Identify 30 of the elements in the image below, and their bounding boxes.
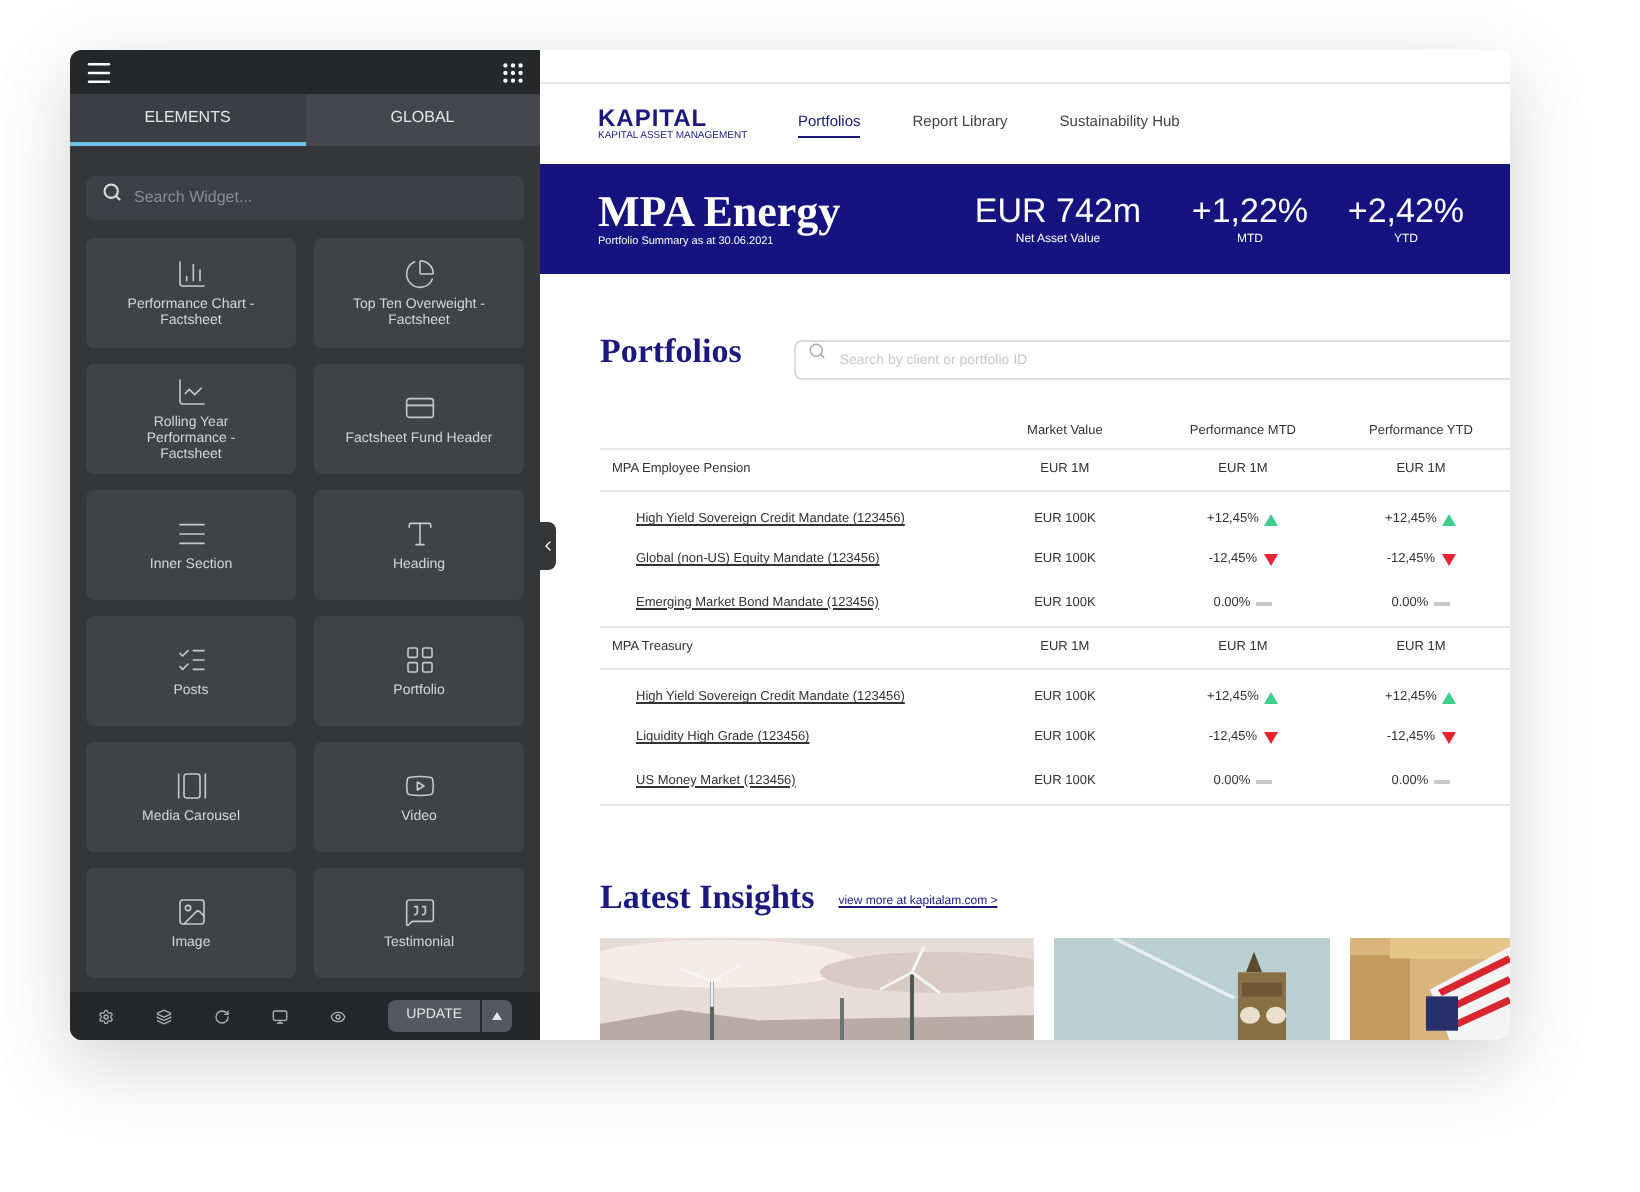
letter-icon — [403, 517, 435, 549]
collapse-handle[interactable] — [540, 522, 556, 570]
panel-tab[interactable]: GLOBAL — [305, 94, 540, 146]
section-heading: Portfolios — [600, 330, 742, 374]
settings-icon[interactable] — [98, 1007, 115, 1025]
stat-value: +2,42% — [1347, 191, 1465, 231]
logo[interactable]: KAPITAL — [598, 106, 798, 130]
history-icon[interactable] — [214, 1007, 231, 1025]
monitor-icon[interactable] — [272, 1007, 289, 1025]
search-icon — [807, 342, 826, 361]
bar-chart-icon — [175, 257, 207, 289]
speech-bubble-icon — [403, 895, 435, 927]
stat-value: +1,22% — [1191, 191, 1309, 231]
search-icon — [102, 182, 122, 202]
line-chart-icon — [175, 375, 207, 407]
caret-icon — [492, 1012, 503, 1020]
layers-icon[interactable] — [156, 1007, 173, 1025]
pie-chart-icon — [403, 257, 435, 289]
grid-icon — [403, 643, 435, 675]
stat-value: EUR 742m — [974, 191, 1142, 231]
search-field[interactable]: Search Widget... — [86, 175, 524, 219]
apps-icon[interactable] — [500, 59, 526, 85]
eye-icon[interactable] — [330, 1007, 347, 1025]
update-options-button[interactable] — [482, 1000, 513, 1032]
portfolio-title: MPA Energy — [598, 189, 843, 233]
carousel-icon — [175, 769, 207, 801]
image-icon — [175, 895, 207, 927]
panel-tab[interactable]: ELEMENTS — [70, 94, 305, 146]
menu-icon[interactable] — [84, 57, 114, 87]
section-heading: Latest Insights — [600, 877, 815, 917]
